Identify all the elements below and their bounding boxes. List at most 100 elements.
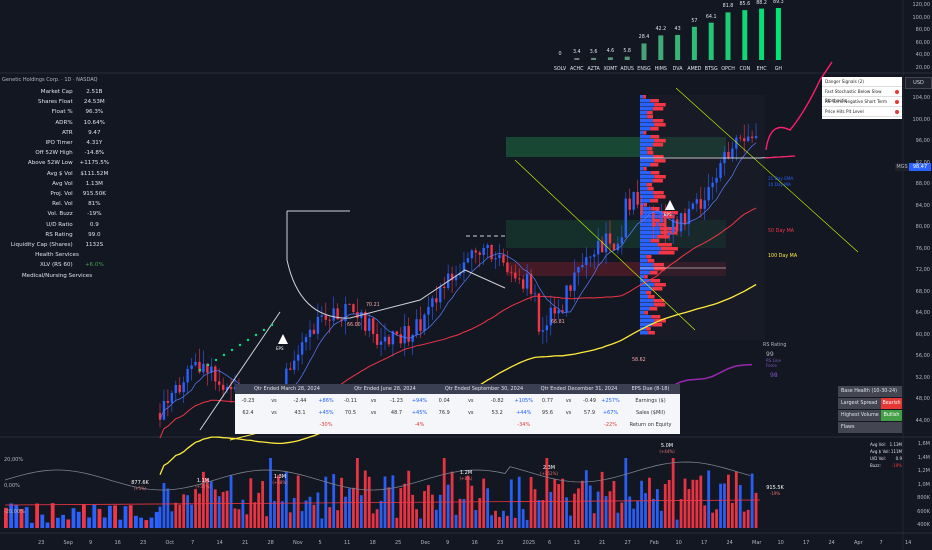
volume-bar xyxy=(490,515,493,528)
earnings-cell: vs xyxy=(467,398,474,404)
candle-body xyxy=(612,243,616,251)
volume-profile-bar xyxy=(647,187,654,191)
stat-row: Avg $ Vol $111.52M xyxy=(2,171,112,181)
rs-bar-value: 28.4 xyxy=(638,35,650,41)
volume-profile-bar xyxy=(640,147,647,151)
volume-bar xyxy=(61,514,65,528)
earnings-cell: +94% xyxy=(411,398,428,404)
volume-profile-bar xyxy=(640,171,651,175)
x-axis-tick: 21 xyxy=(242,540,249,546)
x-axis-tick: 23 xyxy=(38,540,45,546)
volume-bar xyxy=(128,505,133,528)
price-chart[interactable] xyxy=(0,0,932,550)
price-axis-tick: 96,00 xyxy=(915,138,930,144)
earnings-cell xyxy=(362,420,385,430)
x-axis-tick: Mar xyxy=(752,540,762,546)
volume-bar xyxy=(584,470,588,528)
rs-bar xyxy=(607,57,613,60)
volume-bar xyxy=(269,458,272,528)
candle-body xyxy=(352,304,355,313)
volume-profile-bar xyxy=(640,303,654,307)
earnings-table: Qtr Ended March 28, 2024 Qtr Ended June 2… xyxy=(235,384,680,434)
candle-body xyxy=(652,212,655,227)
volume-bar xyxy=(419,518,422,528)
volume-axis-tick: 1,0M xyxy=(917,481,930,488)
x-axis-tick: Apr xyxy=(854,540,863,546)
volume-profile-bar xyxy=(645,327,651,331)
stat-label: Avg Vol xyxy=(52,180,73,187)
volume-bar xyxy=(359,495,363,528)
candle-body xyxy=(202,363,205,373)
candle-body xyxy=(537,293,541,332)
candle-body xyxy=(636,192,639,205)
candle-body xyxy=(569,285,572,291)
volume-profile-bar xyxy=(640,119,653,123)
volume-profile-bar xyxy=(656,235,670,239)
volume-profile-bar xyxy=(649,199,659,203)
earnings-cell: 57.9 xyxy=(583,410,596,416)
candle-body xyxy=(308,329,312,338)
earnings-cell xyxy=(339,420,362,430)
stat-label: Float % xyxy=(51,109,73,116)
volume-bar xyxy=(50,503,55,528)
volume-bar xyxy=(541,500,545,528)
signal-dot xyxy=(206,363,210,367)
volume-profile-bar xyxy=(649,271,658,275)
stat-label: ATR xyxy=(61,129,73,136)
volume-bar xyxy=(190,504,193,528)
earnings-cell: +45% xyxy=(411,410,428,416)
earnings-cell: 76.9 xyxy=(438,410,450,416)
candle-body xyxy=(510,271,513,273)
volume-axis-tick: 400K xyxy=(917,522,930,528)
volume-bar xyxy=(328,507,332,528)
volume-profile-bar xyxy=(650,99,659,103)
candle-body xyxy=(695,199,699,204)
earnings-cell: 0.77 xyxy=(541,398,554,404)
volume-profile-bar xyxy=(640,319,655,323)
base-health-row: Highest Volume Bullish xyxy=(838,410,902,421)
volume-bar xyxy=(288,512,292,528)
volume-bar xyxy=(573,493,576,528)
rs-line-label: RS Line Force xyxy=(766,358,781,368)
candle-body xyxy=(375,333,379,345)
volume-bar xyxy=(719,483,722,528)
volume-bar xyxy=(695,479,699,528)
volume-bar xyxy=(663,483,667,528)
volume-axis-tick: 800K xyxy=(917,495,930,501)
candle-body xyxy=(435,298,438,303)
volume-profile-bar xyxy=(648,295,655,299)
volume-bar xyxy=(35,503,39,528)
rs-bar xyxy=(725,12,731,60)
volume-profile-bar xyxy=(640,239,651,243)
volume-pct: (+44%) xyxy=(659,449,675,454)
volume-bar xyxy=(371,513,375,528)
earnings-cell: +86% xyxy=(318,398,334,404)
volume-bar xyxy=(76,511,81,528)
volume-profile-bar xyxy=(640,331,649,335)
candle-body xyxy=(182,382,185,393)
volume-profile-bar xyxy=(640,247,661,251)
eps-marker: EPS xyxy=(664,212,672,217)
volume-pct: (+152%) xyxy=(540,471,558,476)
volume-bar xyxy=(411,494,415,528)
candle-body xyxy=(348,303,351,305)
volume-spike-label: 1.1M (+35%) xyxy=(190,478,216,489)
stat-label: IPO Timer xyxy=(45,140,73,146)
volume-bar xyxy=(746,509,750,528)
candle-body xyxy=(312,329,316,334)
volume-profile-bar xyxy=(640,267,654,271)
volume-bar xyxy=(300,511,304,528)
candle-body xyxy=(525,273,529,289)
volume-bar xyxy=(324,476,328,528)
rs-bar-ticker: GH xyxy=(774,67,783,72)
volume-spike-label: 877.6K (+5%) xyxy=(127,480,153,491)
volume-bar xyxy=(478,498,482,528)
currency-button[interactable]: USD xyxy=(905,77,932,89)
stat-value: 0.9 xyxy=(89,221,99,228)
x-axis-tick: 14 xyxy=(905,540,912,546)
volume-bar xyxy=(273,500,276,528)
base-health-title: Base Health (10-30-24) xyxy=(838,386,902,397)
volume-bar xyxy=(442,458,446,528)
stat-row: ATR 9.47 xyxy=(2,130,112,140)
candle-body xyxy=(368,318,371,331)
